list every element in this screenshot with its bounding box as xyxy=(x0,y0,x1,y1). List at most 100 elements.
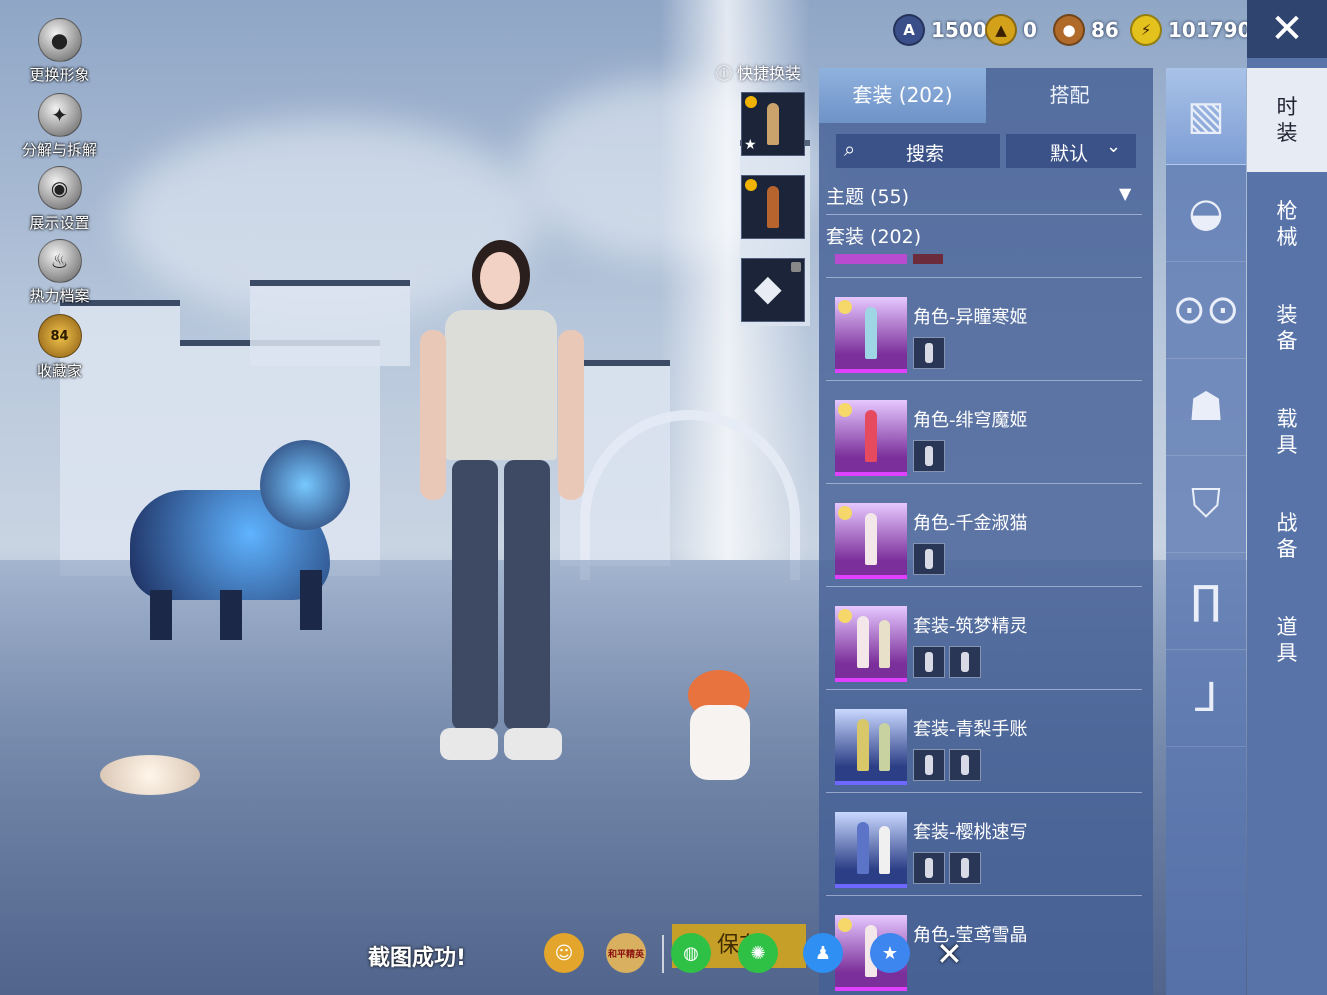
quick-change-help[interactable]: ⓘ 快捷换装 xyxy=(716,60,801,84)
item-part-thumbnail xyxy=(949,646,981,678)
game-logo-share-button[interactable]: 和平精英 xyxy=(606,933,646,973)
puzzle-icon: ✦ xyxy=(37,93,82,137)
star-icon: ★ xyxy=(744,137,757,153)
category-glasses[interactable]: ⊙⊙ xyxy=(1166,262,1246,359)
item-part-thumbnail xyxy=(949,749,981,781)
tab-weapons[interactable]: 枪械 xyxy=(1247,172,1327,276)
quick-slot-2[interactable] xyxy=(741,175,805,239)
tab-fashion-label: 时装 xyxy=(1276,94,1298,145)
change-avatar-button[interactable]: ● 更换形象 xyxy=(12,18,107,85)
close-share-bar-button[interactable]: ✕ xyxy=(936,935,963,973)
heat-archive-label: 热力档案 xyxy=(29,287,90,305)
main-tab-column: 时装 枪械 装备 载具 战备 道具 xyxy=(1247,58,1327,995)
item-thumbnail xyxy=(835,812,907,888)
item-part-thumbnail xyxy=(913,852,945,884)
currency-gold-token[interactable]: ▲ 0 xyxy=(985,12,1037,48)
dragon-pet xyxy=(110,420,370,640)
section-suit[interactable]: 套装 (202) xyxy=(826,222,921,249)
search-icon: ⌕ xyxy=(844,137,856,161)
list-item[interactable]: 角色-绯穹魔姬 xyxy=(835,400,1151,496)
qq-icon: ♟ xyxy=(814,942,832,964)
tab-supplies-label: 战备 xyxy=(1276,510,1298,561)
currency-gold-token-value: 0 xyxy=(1023,18,1037,42)
quick-change-label: 快捷换装 xyxy=(737,64,802,83)
dismantle-button[interactable]: ✦ 分解与拆解 xyxy=(12,93,107,160)
chevron-down-icon: ⌄ xyxy=(1106,136,1122,157)
tab-equipment-label: 装备 xyxy=(1276,302,1298,353)
qq-share-button[interactable]: ♟ xyxy=(803,933,843,973)
category-shoes[interactable]: ⅃ xyxy=(1166,650,1246,747)
item-part-thumbnail xyxy=(913,749,945,781)
list-item[interactable]: 角色-异瞳寒姬 xyxy=(835,297,1151,393)
change-avatar-label: 更换形象 xyxy=(29,66,90,84)
player-character[interactable] xyxy=(390,240,610,780)
currency-lightning-value: 101790 xyxy=(1168,18,1252,42)
close-icon: ✕ xyxy=(1270,6,1304,52)
tab-vehicles[interactable]: 载具 xyxy=(1247,380,1327,484)
sort-dropdown[interactable]: 默认 ⌄ xyxy=(1006,134,1136,168)
glasses-icon: ⊙⊙ xyxy=(1172,287,1240,333)
currency-lightning[interactable]: ⚡ 101790 xyxy=(1130,12,1252,48)
slot-marker-icon xyxy=(745,179,757,191)
category-outfit[interactable]: ▧ xyxy=(1166,68,1246,165)
tab-items[interactable]: 道具 xyxy=(1247,588,1327,692)
pants-icon: ∏ xyxy=(1190,578,1222,624)
category-jacket[interactable]: ⛉ xyxy=(1166,456,1246,553)
diamond-icon: ◆ xyxy=(754,268,782,309)
close-button[interactable]: ✕ xyxy=(1247,0,1327,58)
collector-button[interactable]: 84 收藏家 xyxy=(12,314,107,381)
screenshot-success-message: 截图成功! xyxy=(368,946,467,971)
moments-icon: ✺ xyxy=(750,942,766,964)
category-hat[interactable]: ◒ xyxy=(1166,165,1246,262)
tab-weapons-label: 枪械 xyxy=(1276,198,1298,249)
list-item[interactable]: 套装-筑梦精灵 xyxy=(835,606,1151,702)
slot-marker-icon xyxy=(745,96,757,108)
list-item[interactable]: 套装-樱桃速写 xyxy=(835,812,1151,908)
triangle-down-icon[interactable]: ▼ xyxy=(1119,184,1131,203)
cap-icon: ◒ xyxy=(1188,190,1224,236)
collector-badge-icon: 84 xyxy=(37,314,82,358)
outfit-icon: ▧ xyxy=(1187,93,1225,139)
wechat-icon: ◍ xyxy=(683,942,699,964)
game-logo-icon: 和平精英 xyxy=(607,949,644,960)
search-button[interactable]: ⌕ 搜索 xyxy=(836,134,1000,168)
item-name: 套装-筑梦精灵 xyxy=(913,616,1028,637)
sort-value: 默认 xyxy=(1050,143,1089,165)
quick-slot-locked[interactable]: ◆ xyxy=(741,258,805,322)
list-item[interactable]: 角色-千金淑猫 xyxy=(835,503,1151,599)
tab-suits[interactable]: 套装 (202) xyxy=(819,68,986,123)
item-name: 角色-异瞳寒姬 xyxy=(913,307,1028,328)
list-item[interactable]: 套装-青梨手账 xyxy=(835,709,1151,805)
wechat-share-button[interactable]: ◍ xyxy=(671,933,711,973)
category-column: ▧ ◒ ⊙⊙ ☗ ⛉ ∏ ⅃ xyxy=(1166,68,1246,995)
item-thumbnail xyxy=(835,709,907,785)
currency-ag[interactable]: A 1500 xyxy=(893,12,987,48)
item-name: 套装-青梨手账 xyxy=(913,719,1028,740)
display-settings-label: 展示设置 xyxy=(29,214,90,232)
flame-icon: ♨ xyxy=(37,239,82,283)
category-mask[interactable]: ☗ xyxy=(1166,359,1246,456)
qzone-share-button[interactable]: ★ xyxy=(870,933,910,973)
tab-match[interactable]: 搭配 xyxy=(986,68,1153,123)
display-settings-button[interactable]: ◉ 展示设置 xyxy=(12,166,107,233)
avatar-share-button[interactable]: ☺ xyxy=(544,933,584,973)
currency-bronze[interactable]: ● 86 xyxy=(1053,12,1119,48)
collector-label: 收藏家 xyxy=(36,362,82,380)
moments-share-button[interactable]: ✺ xyxy=(738,933,778,973)
item-name: 角色-绯穹魔姬 xyxy=(913,410,1028,431)
qzone-icon: ★ xyxy=(881,942,899,964)
quick-slot-1[interactable]: ★ xyxy=(741,92,805,156)
heat-archive-button[interactable]: ♨ 热力档案 xyxy=(12,239,107,306)
tab-fashion[interactable]: 时装 xyxy=(1247,68,1327,172)
item-thumbnail xyxy=(835,606,907,682)
help-circle-icon: ⓘ xyxy=(716,64,733,83)
section-theme[interactable]: 主题 (55) xyxy=(826,182,909,209)
item-part-thumbnail xyxy=(913,337,945,369)
tab-equipment[interactable]: 装备 xyxy=(1247,276,1327,380)
category-pants[interactable]: ∏ xyxy=(1166,553,1246,650)
item-thumbnail xyxy=(835,297,907,373)
item-name: 角色-千金淑猫 xyxy=(913,513,1028,534)
gold-token-icon: ▲ xyxy=(985,14,1017,46)
tab-supplies[interactable]: 战备 xyxy=(1247,484,1327,588)
eye-icon: ◉ xyxy=(37,166,82,210)
